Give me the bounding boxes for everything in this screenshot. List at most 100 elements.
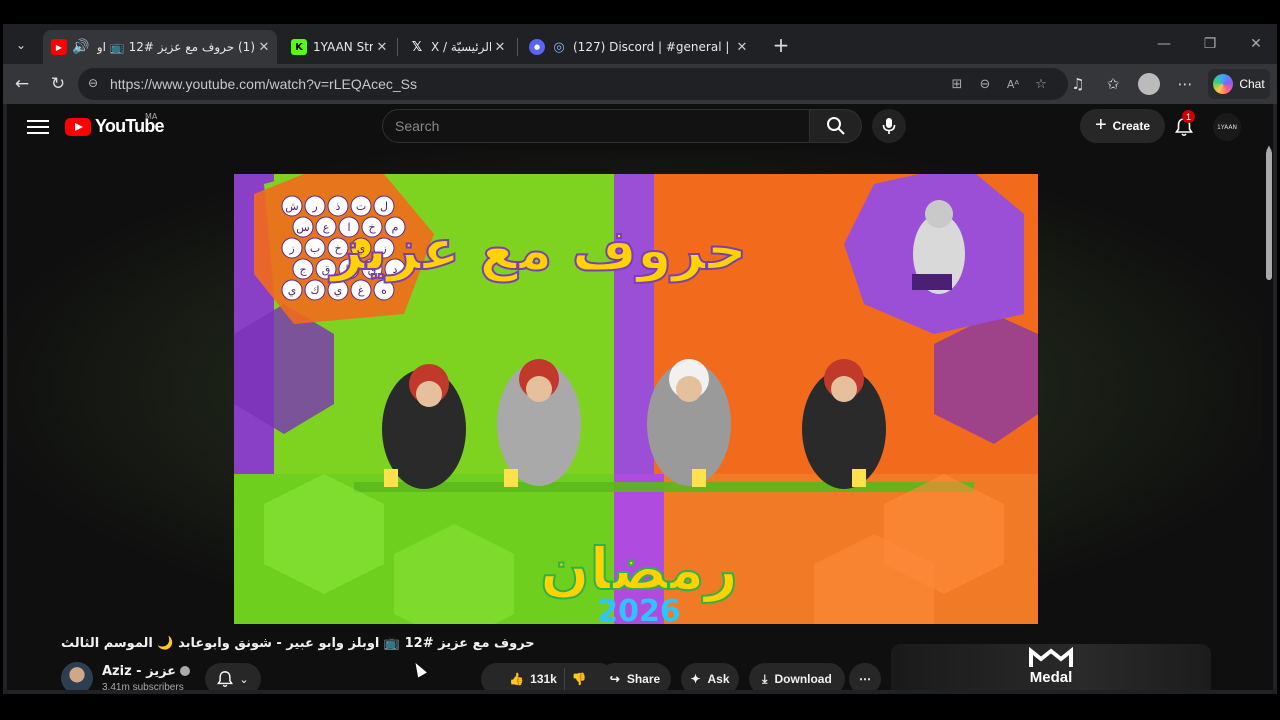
- speaker-icon[interactable]: 🔊: [72, 39, 89, 55]
- tab-title: (1) حروف مع عزيز #12 📺 اوبلز: [97, 40, 255, 54]
- video-player[interactable]: شرذتلسعاخمزبخيزجقطقديكيغه حروف مع عزيز ر…: [7, 150, 1263, 678]
- dislike-button[interactable]: 👎: [572, 672, 587, 686]
- like-count: 131k: [530, 672, 557, 686]
- ad-brand: Medal: [1029, 669, 1073, 686]
- zoom-icon[interactable]: ⊖: [976, 75, 994, 93]
- close-tab-icon[interactable]: ✕: [255, 40, 273, 55]
- menu-icon[interactable]: [27, 117, 49, 137]
- ask-button[interactable]: ✦ Ask: [681, 663, 739, 690]
- create-label: Create: [1112, 119, 1151, 133]
- letter-cell-text: ع: [323, 221, 330, 234]
- close-window-icon[interactable]: ✕: [1241, 32, 1271, 56]
- letter-cell: ت: [350, 195, 372, 217]
- letter-cell: ل: [373, 195, 395, 217]
- youtube-icon: ▶: [51, 39, 67, 55]
- search-input[interactable]: [395, 118, 775, 134]
- voice-search-button[interactable]: [872, 109, 906, 143]
- x-icon: 𝕏: [411, 39, 423, 55]
- letter-cell-text: ت: [356, 200, 366, 213]
- channel-name[interactable]: Aziz - عزيز: [102, 664, 191, 679]
- back-icon[interactable]: ←: [9, 71, 35, 97]
- channel-avatar[interactable]: [61, 662, 93, 690]
- site-info-icon[interactable]: ⊖: [88, 76, 102, 92]
- thumbs-up-icon: 👍: [509, 672, 525, 686]
- scroll-thumb[interactable]: [1266, 150, 1272, 280]
- url-text[interactable]: https://www.youtube.com/watch?v=rLEQAcec…: [110, 76, 417, 92]
- youtube-play-icon: [65, 117, 91, 136]
- more-actions-button[interactable]: ⋯: [849, 663, 881, 690]
- more-menu-icon[interactable]: ⋯: [1173, 72, 1197, 96]
- new-tab-icon[interactable]: +: [768, 32, 794, 58]
- letter-cell-text: ق: [322, 263, 331, 276]
- share-button[interactable]: ↪ Share: [599, 663, 671, 690]
- like-divider: [563, 668, 565, 690]
- video-title: حروف مع عزيز #12 📺 اوبلز وابو عبير - شون…: [61, 636, 535, 651]
- letter-cell-text: ج: [299, 263, 307, 276]
- account-avatar[interactable]: 1YAAN: [1213, 113, 1241, 141]
- tab-strip: ⌄ ▶ 🔊 (1) حروف مع عزيز #12 📺 اوبلز ✕ K 1…: [3, 24, 1277, 64]
- letter-cell: ذ: [327, 195, 349, 217]
- chat-label: Chat: [1239, 77, 1265, 91]
- letter-cell-text: غ: [358, 284, 365, 297]
- letter-cell-text: س: [296, 221, 309, 234]
- favorites-icon[interactable]: ✩: [1101, 72, 1125, 96]
- verified-icon: [180, 666, 191, 676]
- close-tab-icon[interactable]: ✕: [491, 40, 509, 55]
- letter-cell: س: [292, 216, 314, 238]
- like-button[interactable]: 👍 131k: [509, 672, 557, 686]
- browser-toolbar: ← ↻ ⊖ https://www.youtube.com/watch?v=rL…: [3, 64, 1277, 104]
- download-button[interactable]: ⤓ Download: [749, 663, 845, 690]
- search-icon: [826, 117, 845, 135]
- create-button[interactable]: + Create: [1080, 109, 1165, 143]
- sparkle-icon: ✦: [690, 672, 701, 686]
- letter-cell-text: ش: [285, 200, 298, 213]
- tab-x[interactable]: 𝕏 X / الرئيسيّة ✕: [403, 30, 513, 64]
- thumbs-down-icon: 👎: [571, 672, 587, 686]
- radio-circle-icon: ◎: [553, 39, 565, 55]
- video-frame[interactable]: شرذتلسعاخمزبخيزجقطقديكيغه حروف مع عزيز ر…: [234, 174, 1038, 624]
- tab-kick[interactable]: K 1YAAN Stre ✕: [285, 30, 395, 64]
- letter-cell-text: ي: [334, 284, 343, 297]
- reload-icon[interactable]: ↻: [45, 71, 71, 97]
- tab-separator: [517, 38, 518, 56]
- copilot-chat-button[interactable]: Chat: [1208, 69, 1270, 99]
- browser-window: ⌄ ▶ 🔊 (1) حروف مع عزيز #12 📺 اوبلز ✕ K 1…: [3, 24, 1277, 694]
- channel-name-text: Aziz - عزيز: [102, 664, 177, 679]
- letter-cell: ز: [281, 237, 303, 259]
- page-scrollbar[interactable]: ▲ ▼: [1265, 144, 1273, 690]
- more-horizontal-icon: ⋯: [859, 672, 871, 686]
- screen: ⌄ ▶ 🔊 (1) حروف مع عزيز #12 📺 اوبلز ✕ K 1…: [0, 0, 1280, 720]
- tab-discord[interactable]: ● ◎ (127) Discord | #general | 1YA ✕: [523, 30, 755, 64]
- media-control-icon[interactable]: ♫: [1066, 72, 1090, 96]
- minimize-icon[interactable]: —: [1149, 32, 1179, 56]
- letter-cell: ي: [327, 279, 349, 301]
- tab-actions-menu-icon[interactable]: ⌄: [8, 32, 34, 58]
- favorite-star-icon[interactable]: ☆: [1032, 75, 1050, 93]
- search-box[interactable]: [382, 109, 810, 143]
- address-bar[interactable]: ⊖ https://www.youtube.com/watch?v=rLEQAc…: [78, 68, 1068, 100]
- year-text: 2026: [597, 594, 681, 624]
- letter-cell: ر: [304, 195, 326, 217]
- letter-cell: ب: [304, 237, 326, 259]
- letter-cell-text: ز: [288, 242, 294, 255]
- restore-icon[interactable]: ❐: [1195, 32, 1225, 56]
- tab-separator: [397, 38, 398, 56]
- medal-logo: Medal: [1021, 647, 1081, 690]
- close-tab-icon[interactable]: ✕: [373, 40, 391, 55]
- ask-label: Ask: [707, 672, 730, 686]
- profile-icon[interactable]: [1137, 72, 1161, 96]
- read-aloud-icon[interactable]: Aᴬ: [1004, 75, 1022, 93]
- sidebar-ad-card[interactable]: Medal: [891, 644, 1211, 690]
- subscription-notifications-button[interactable]: ⌄: [205, 663, 261, 690]
- letter-cell: ش: [281, 195, 303, 217]
- tab-youtube[interactable]: ▶ 🔊 (1) حروف مع عزيز #12 📺 اوبلز ✕: [43, 30, 277, 64]
- medal-icon: [1029, 647, 1073, 667]
- letter-cell: ي: [281, 279, 303, 301]
- bell-ring-icon: [217, 671, 234, 688]
- share-label: Share: [626, 672, 661, 686]
- kick-icon: K: [291, 39, 307, 55]
- close-tab-icon[interactable]: ✕: [733, 40, 751, 55]
- app-available-icon[interactable]: ⊞: [948, 75, 966, 93]
- search-button[interactable]: [810, 109, 862, 143]
- letter-cell-text: ي: [288, 284, 297, 297]
